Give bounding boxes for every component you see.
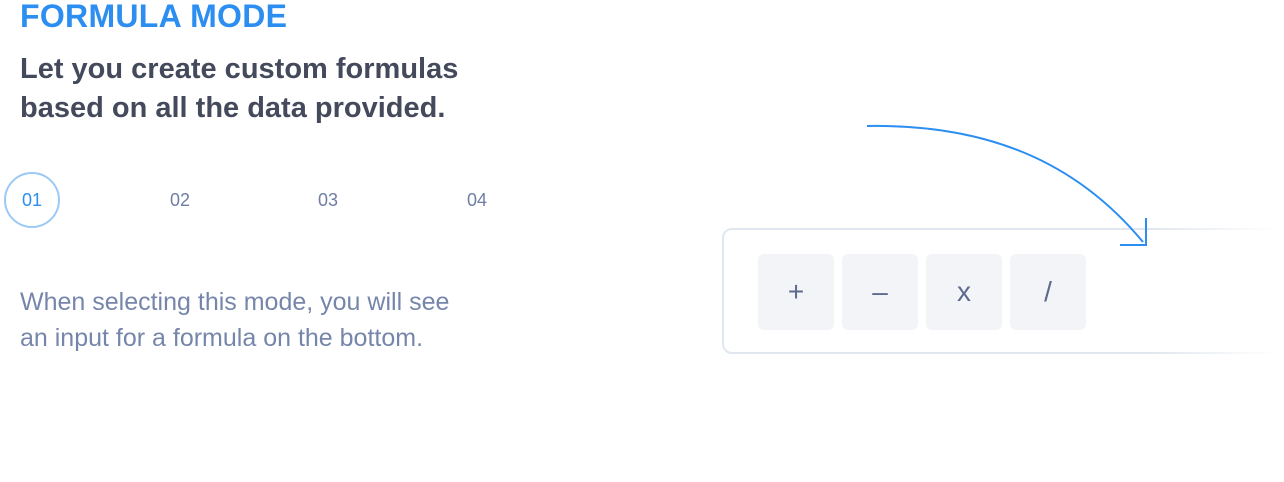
description-line-1: When selecting this mode, you will see [20,288,450,316]
step-01[interactable]: 01 [4,172,60,228]
description-line-2: an input for a formula on the bottom. [20,324,424,352]
plus-operator-button[interactable]: + [758,254,834,330]
multiply-operator-button[interactable]: x [926,254,1002,330]
step-04[interactable]: 04 [449,172,505,228]
step-selector: 01 02 03 04 [4,172,524,230]
headline: Let you create custom formulas based on … [20,50,540,128]
step-03[interactable]: 03 [300,172,356,228]
divide-operator-button[interactable]: / [1010,254,1086,330]
headline-line-1: Let you create custom formulas [20,53,459,85]
mode-description: When selecting this mode, you will see a… [20,284,540,356]
step-02[interactable]: 02 [152,172,208,228]
headline-line-2: based on all the data provided. [20,92,446,124]
page-title: FORMULA MODE [20,0,288,34]
minus-operator-button[interactable]: – [842,254,918,330]
